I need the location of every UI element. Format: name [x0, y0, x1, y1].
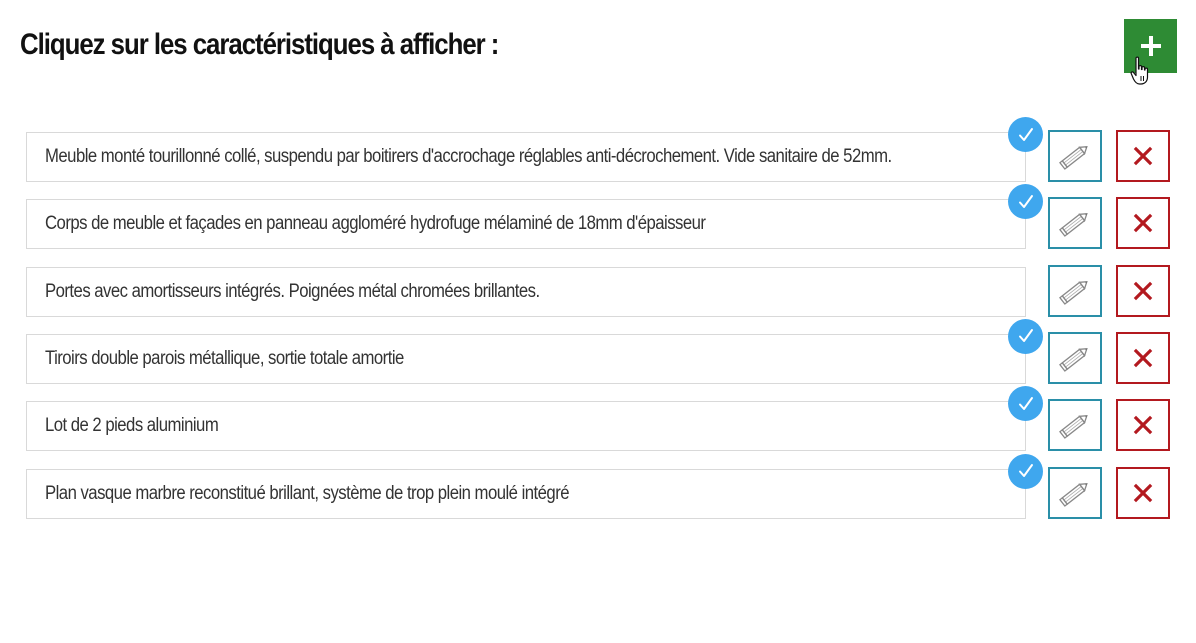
delete-button[interactable] [1116, 399, 1170, 452]
delete-button[interactable] [1116, 331, 1170, 384]
delete-button[interactable] [1116, 130, 1170, 182]
edit-button[interactable] [1048, 130, 1102, 182]
feature-row: Portes avec amortisseurs intégrés. Poign… [0, 264, 1196, 319]
pencil-icon [1058, 343, 1092, 373]
delete-button[interactable] [1116, 466, 1170, 519]
feature-text: Portes avec amortisseurs intégrés. Poign… [45, 280, 540, 302]
feature-row: Meuble monté tourillonné collé, suspendu… [0, 117, 1196, 184]
feature-text: Meuble monté tourillonné collé, suspendu… [45, 146, 892, 167]
checkmark-icon [1008, 318, 1043, 354]
pencil-icon [1058, 208, 1092, 238]
delete-button[interactable] [1116, 264, 1170, 317]
feature-text: Plan vasque marbre reconstitué brillant,… [45, 482, 570, 504]
edit-button[interactable] [1048, 399, 1102, 452]
checkmark-icon [1008, 117, 1043, 152]
close-icon [1133, 213, 1153, 233]
feature-item[interactable]: Lot de 2 pieds aluminium [26, 401, 1026, 452]
pencil-icon [1058, 276, 1092, 306]
close-icon [1133, 415, 1153, 435]
edit-button[interactable] [1048, 331, 1102, 384]
page: Cliquez sur les caractéristiques à affic… [0, 0, 1196, 643]
add-feature-button[interactable] [1124, 19, 1177, 73]
pencil-icon [1058, 478, 1092, 508]
close-icon [1133, 348, 1153, 368]
edit-button[interactable] [1048, 264, 1102, 317]
close-icon [1133, 281, 1153, 301]
feature-row: Corps de meuble et façades en panneau ag… [0, 184, 1196, 251]
feature-row: Tiroirs double parois métallique, sortie… [0, 318, 1196, 386]
feature-item[interactable]: Plan vasque marbre reconstitué brillant,… [26, 468, 1026, 519]
feature-item[interactable]: Corps de meuble et façades en panneau ag… [26, 199, 1026, 250]
pencil-icon [1058, 410, 1092, 440]
feature-item[interactable]: Portes avec amortisseurs intégrés. Poign… [26, 266, 1026, 317]
page-title: Cliquez sur les caractéristiques à affic… [20, 28, 499, 61]
feature-item[interactable]: Tiroirs double parois métallique, sortie… [26, 333, 1026, 384]
checkmark-icon [1008, 184, 1043, 220]
feature-text: Corps de meuble et façades en panneau ag… [45, 213, 706, 235]
feature-item[interactable]: Meuble monté tourillonné collé, suspendu… [26, 132, 1026, 182]
close-icon [1133, 483, 1153, 503]
close-icon [1133, 146, 1153, 166]
plus-icon [1139, 34, 1163, 58]
feature-row: Plan vasque marbre reconstitué brillant,… [0, 453, 1196, 521]
checkmark-icon [1008, 386, 1043, 422]
feature-text: Tiroirs double parois métallique, sortie… [45, 347, 404, 369]
checkmark-icon [1008, 453, 1043, 489]
pencil-icon [1058, 141, 1092, 171]
feature-row: Lot de 2 pieds aluminium [0, 386, 1196, 453]
edit-button[interactable] [1048, 466, 1102, 519]
feature-text: Lot de 2 pieds aluminium [45, 415, 219, 437]
delete-button[interactable] [1116, 197, 1170, 250]
edit-button[interactable] [1048, 197, 1102, 250]
